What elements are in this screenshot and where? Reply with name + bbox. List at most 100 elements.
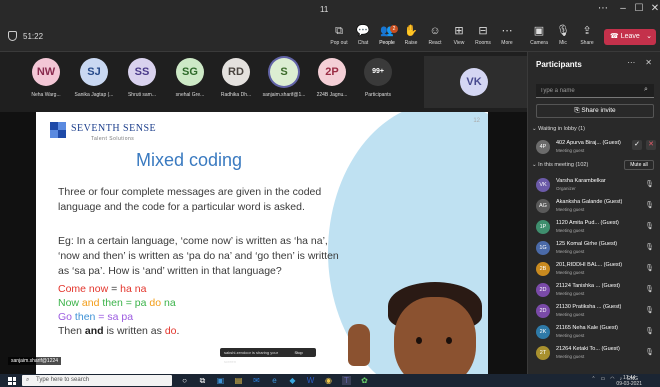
avatar: SJ: [80, 58, 108, 86]
participant-row[interactable]: 2D 21124 Tanishka ... (Guest) Meeting gu…: [536, 281, 658, 303]
app-icon[interactable]: ✿: [360, 376, 369, 385]
code-line: Come now = ha na: [58, 283, 147, 295]
participant-row[interactable]: 2B 201,RIDDHI BAL... (Guest) Meeting gue…: [536, 260, 658, 282]
lobby-participant-row[interactable]: 4P 402 Apurva Biraj... (Guest) Meeting g…: [536, 138, 658, 160]
mic-off-icon: 🎙: [556, 25, 570, 37]
mail-icon[interactable]: ✉: [252, 376, 261, 385]
taskbar-search-box[interactable]: ⌕ Type here to search: [22, 375, 172, 386]
participant-tile[interactable]: RD Radhika Dh...: [214, 58, 258, 98]
rooms-button[interactable]: ⊟ Rooms: [470, 25, 496, 46]
participant-row[interactable]: 2K 21165 Neha Kale (Guest) Meeting guest…: [536, 323, 658, 345]
chevron-down-icon[interactable]: ⌄: [646, 29, 652, 45]
deny-x-icon[interactable]: ✕: [646, 140, 656, 150]
mic-muted-icon: 🎙: [645, 265, 654, 272]
admit-check-icon[interactable]: ✓: [632, 140, 642, 150]
code-line: Now and then = pa do na: [58, 297, 176, 309]
more-options-icon[interactable]: ⋯: [594, 3, 612, 14]
code-line: Go then = sa pa: [58, 311, 134, 323]
file-explorer-icon[interactable]: ▤: [234, 376, 243, 385]
avatar: RD: [222, 58, 250, 86]
avatar: SS: [128, 58, 156, 86]
avatar: 2D: [536, 283, 550, 297]
edge-icon[interactable]: e: [270, 376, 279, 385]
featured-participant-tile[interactable]: VK: [424, 56, 527, 108]
meeting-section-header[interactable]: ⌄ In this meeting (102): [532, 162, 588, 168]
cortana-icon[interactable]: ○: [180, 376, 189, 385]
people-badge: 2: [390, 25, 398, 33]
mic-muted-icon: 🎙: [645, 202, 654, 209]
chrome-icon[interactable]: ◉: [324, 376, 333, 385]
close-window-icon[interactable]: ✕: [646, 3, 660, 14]
avatar: 4P: [536, 140, 550, 154]
avatar: 2D: [536, 304, 550, 318]
share-icon: ⇪: [582, 25, 592, 37]
word-icon[interactable]: W: [306, 376, 315, 385]
sharing-control-bar: sakshi.zendoor is sharing your screen St…: [220, 348, 316, 364]
system-clock[interactable]: 17:44 09-03-2021: [616, 375, 642, 387]
pop-out-button[interactable]: ⧉ Pop out: [326, 25, 352, 46]
app-icon[interactable]: ◆: [288, 376, 297, 385]
battery-icon[interactable]: ▭: [601, 376, 606, 382]
participant-row[interactable]: 1G 125 Komal Girhe (Guest) Meeting guest…: [536, 239, 658, 261]
avatar: 2T: [536, 346, 550, 360]
participant-tile[interactable]: 2P 224B Jagnu...: [310, 58, 354, 98]
participant-row[interactable]: VK Varsha Karambelkar Organizer 🎙: [536, 176, 658, 198]
mic-button[interactable]: 🎙 Mic: [550, 25, 576, 46]
view-icon: ⊞: [454, 25, 464, 37]
share-button[interactable]: ⇪ Share: [574, 25, 600, 46]
camera-button[interactable]: ▣ Camera: [526, 25, 552, 46]
task-view-icon[interactable]: ⧉: [198, 376, 207, 385]
avatar: SG: [176, 58, 204, 86]
participant-search-input[interactable]: [536, 84, 654, 98]
raise-hand-button[interactable]: ✋ Raise: [398, 25, 424, 46]
avatar: 2P: [318, 58, 346, 86]
stop-sharing-button[interactable]: Stop sharing: [294, 348, 316, 364]
avatar: AG: [536, 199, 550, 213]
mic-muted-icon: 🎙: [645, 307, 654, 314]
share-invite-button[interactable]: ⎘ Share invite: [536, 104, 654, 118]
more-button[interactable]: ⋯ More: [494, 25, 520, 46]
participant-tile[interactable]: NW Neha Warg...: [24, 58, 68, 98]
participant-tile[interactable]: SG snehal Gre...: [168, 58, 212, 98]
wifi-icon[interactable]: ◠: [610, 376, 614, 382]
participant-tile[interactable]: SS Shruti sam...: [120, 58, 164, 98]
participant-row[interactable]: 2T 21264 Ketaki To... (Guest) Meeting gu…: [536, 344, 658, 366]
slide-example: Eg: In a certain language, ‘come now’ is…: [58, 235, 339, 277]
character-face-illustration: [394, 297, 476, 374]
participant-row[interactable]: AG Akanksha Galande (Guest) Meeting gues…: [536, 197, 658, 219]
more-participants-tile[interactable]: 99+ Participants: [356, 58, 400, 98]
chevron-up-icon[interactable]: ⌃: [591, 376, 595, 382]
chat-button[interactable]: 💬 Chat: [350, 25, 376, 46]
participants-panel: Participants ⋯ ✕ ⌕ ⎘ Share invite ⌄ Wait…: [527, 52, 660, 374]
window-title: 11: [320, 5, 329, 14]
leave-button[interactable]: ☎ Leave ⌄: [604, 29, 656, 45]
chat-icon: 💬: [356, 25, 370, 37]
more-icon: ⋯: [501, 25, 513, 37]
lobby-section-header[interactable]: ⌄ Waiting in lobby (1): [532, 126, 585, 132]
overflow-count: 99+: [364, 58, 392, 86]
store-icon[interactable]: ▣: [216, 376, 225, 385]
mute-all-button[interactable]: Mute all: [624, 160, 654, 170]
view-button[interactable]: ⊞ View: [446, 25, 472, 46]
people-button[interactable]: 👥 2 People: [374, 25, 400, 46]
search-icon[interactable]: ⌕: [644, 86, 648, 94]
taskbar: ⌕ Type here to search ○ ⧉ ▣ ▤ ✉ e ◆ W ◉ …: [0, 374, 660, 387]
avatar: 1G: [536, 241, 550, 255]
character-hand-illustration: [348, 324, 370, 366]
react-button[interactable]: ☺ React: [422, 25, 448, 46]
slide-title: Mixed coding: [135, 150, 243, 170]
more-options-icon[interactable]: ⋯: [627, 58, 635, 67]
mic-muted-icon: 🎙: [645, 349, 654, 356]
close-panel-icon[interactable]: ✕: [645, 58, 652, 67]
teams-icon[interactable]: T: [342, 376, 351, 385]
participant-tile[interactable]: SJ Sanika Jagtap (...: [72, 58, 116, 98]
participant-row[interactable]: 1P 1120 Amita Pud... (Guest) Meeting gue…: [536, 218, 658, 240]
participant-row[interactable]: 2D 21130 Pratiksha ... (Guest) Meeting g…: [536, 302, 658, 324]
window-title-bar: 11 ⋯ – ☐ ✕: [0, 0, 660, 22]
avatar: 2K: [536, 325, 550, 339]
slide-paragraph: Three or four complete messages are give…: [58, 186, 322, 213]
windows-start-icon[interactable]: [8, 377, 16, 385]
participant-tile[interactable]: S sanjaim.sharif@1...: [262, 58, 306, 98]
avatar: VK: [460, 68, 488, 96]
mic-muted-icon: 🎙: [645, 181, 654, 188]
